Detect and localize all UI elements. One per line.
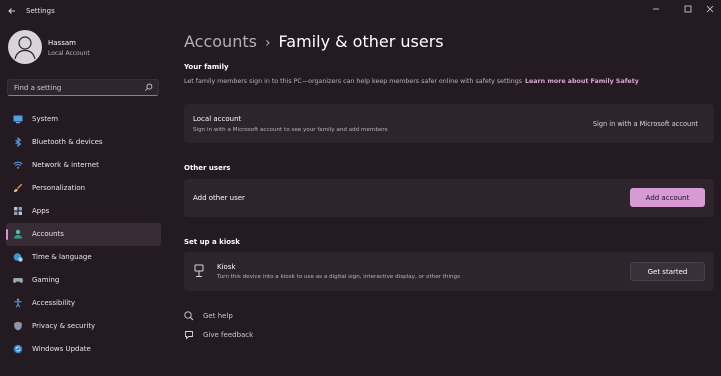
sidebar: Hassam Local Account Find a setting Syst… [0, 24, 170, 376]
help-icon [184, 311, 194, 321]
user-avatar-icon [14, 36, 36, 60]
sidebar-item-label: Accessibility [32, 299, 76, 307]
get-help-link[interactable]: Get help [184, 311, 264, 323]
gamepad-icon [13, 278, 23, 283]
user-account-type: Local Account [48, 50, 90, 57]
kiosk-card: Kiosk Turn this device into a kiosk to u… [184, 252, 714, 291]
local-account-title: Local account [193, 115, 242, 123]
active-indicator [6, 229, 8, 240]
sidebar-item-label: Personalization [32, 184, 86, 192]
sidebar-item-label: Bluetooth & devices [32, 138, 103, 146]
avatar[interactable] [8, 30, 42, 64]
sidebar-item-gaming[interactable]: Gaming [6, 269, 161, 292]
minimize-icon [653, 8, 659, 10]
sidebar-item-label: Network & internet [32, 161, 99, 169]
back-arrow-icon[interactable] [6, 5, 18, 17]
local-account-subtitle: Sign in with a Microsoft account to see … [193, 127, 388, 133]
monitor-icon [13, 115, 23, 124]
sidebar-item-label: Time & language [32, 253, 92, 261]
sidebar-item-apps[interactable]: Apps [6, 200, 161, 223]
page-title: Family & other users [278, 32, 444, 51]
feedback-icon [185, 331, 193, 340]
sidebar-item-bluetooth[interactable]: Bluetooth & devices [6, 131, 161, 154]
breadcrumb: Accounts › Family & other users [184, 32, 444, 51]
sidebar-item-network[interactable]: Network & internet [6, 154, 161, 177]
add-other-user-label: Add other user [193, 194, 245, 202]
search-input[interactable]: Find a setting [7, 79, 159, 96]
give-feedback-link[interactable]: Give feedback [184, 330, 274, 342]
sidebar-item-time-language[interactable]: Time & language [6, 246, 161, 269]
family-description-text: Let family members sign in to this PC—or… [184, 78, 523, 85]
apps-icon [14, 207, 22, 215]
section-title-kiosk: Set up a kiosk [184, 238, 240, 246]
sidebar-item-system[interactable]: System [6, 108, 161, 131]
search-icon [145, 83, 153, 91]
update-icon [13, 344, 23, 354]
family-description: Let family members sign in to this PC—or… [184, 78, 639, 85]
sidebar-item-label: Accounts [32, 230, 64, 238]
breadcrumb-parent[interactable]: Accounts [184, 32, 257, 51]
bluetooth-icon [15, 137, 22, 147]
brush-icon [14, 183, 23, 192]
sidebar-item-windows-update[interactable]: Windows Update [6, 338, 161, 361]
section-title-other-users: Other users [184, 164, 231, 172]
minimize-button[interactable] [645, 2, 667, 16]
sidebar-nav: System Bluetooth & devices Network & int… [6, 108, 161, 361]
title-bar: Settings [0, 0, 721, 24]
breadcrumb-separator: › [264, 35, 271, 51]
section-title-your-family: Your family [184, 63, 229, 71]
maximize-button[interactable] [677, 2, 699, 16]
sidebar-item-accounts[interactable]: Accounts [6, 223, 161, 246]
wifi-icon [13, 161, 23, 169]
get-started-button[interactable]: Get started [630, 262, 705, 281]
sidebar-item-label: Privacy & security [32, 322, 96, 330]
person-icon [14, 229, 22, 239]
local-account-card: Local account Sign in with a Microsoft a… [184, 104, 714, 143]
add-account-button[interactable]: Add account [630, 188, 705, 207]
accessibility-icon [14, 298, 22, 308]
learn-more-family-safety-link[interactable]: Learn more about Family Safety [525, 78, 639, 85]
sidebar-item-personalization[interactable]: Personalization [6, 177, 161, 200]
search-placeholder: Find a setting [14, 84, 62, 92]
sidebar-item-privacy-security[interactable]: Privacy & security [6, 315, 161, 338]
user-name: Hassam [48, 39, 76, 47]
maximize-icon [684, 5, 692, 13]
kiosk-title: Kiosk [217, 263, 236, 271]
main-content: Accounts › Family & other users Your famil… [184, 24, 714, 376]
close-button[interactable] [699, 2, 721, 16]
sidebar-item-label: System [32, 115, 59, 123]
give-feedback-label: Give feedback [203, 331, 254, 339]
close-icon [706, 5, 714, 13]
window-title: Settings [26, 7, 55, 15]
globe-clock-icon [13, 253, 23, 262]
add-other-user-card: Add other user Add account [184, 179, 714, 217]
sidebar-item-accessibility[interactable]: Accessibility [6, 292, 161, 315]
kiosk-subtitle: Turn this device into a kiosk to use as … [217, 274, 461, 280]
sidebar-item-label: Windows Update [32, 345, 91, 353]
sign-in-microsoft-link[interactable]: Sign in with a Microsoft account [593, 120, 698, 128]
shield-icon [14, 321, 22, 331]
kiosk-icon [194, 264, 204, 277]
sidebar-item-label: Gaming [32, 276, 60, 284]
sidebar-item-label: Apps [32, 207, 50, 215]
get-help-label: Get help [203, 312, 233, 320]
